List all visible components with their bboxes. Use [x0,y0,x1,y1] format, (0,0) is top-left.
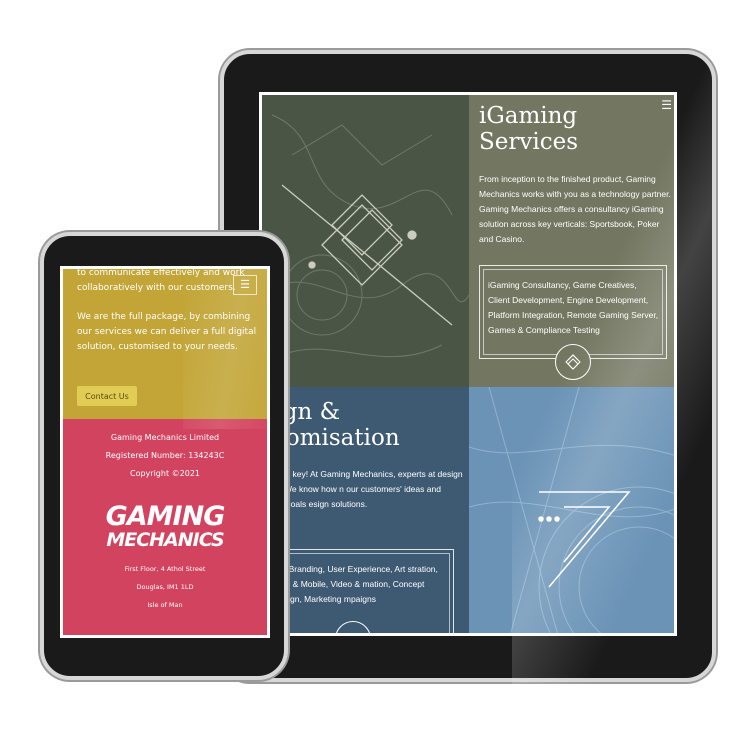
igaming-diamond-icon[interactable] [555,344,591,380]
menu-hamburger-icon[interactable]: ☰ [661,99,672,111]
tablet-screen: ☰ iGaming Services From inception to the… [259,92,677,636]
map-artwork-illustration [262,95,469,387]
phone-device: to communicate effectively and work coll… [40,232,288,680]
about-text-2: We are the full package, by combining ou… [77,312,257,352]
copyright-text: Copyright ©2021 [130,469,200,478]
igaming-services-list: iGaming Consultancy, Game Creatives, Cli… [488,280,659,335]
design-title: esign & ustomisation [262,399,400,452]
design-services-list: line Branding, User Experience, Art stra… [273,564,438,604]
gaming-mechanics-logo-sub: MECHANICS [106,529,224,551]
address-line-2: Douglas, IM1 1LD [136,583,194,591]
address-line-1: First Floor, 4 Athol Street [124,565,206,573]
igaming-title: iGaming Services [479,103,579,156]
phone-screen: to communicate effectively and work coll… [60,266,270,638]
gaming-mechanics-logo: GAMING [105,501,226,532]
menu-hamburger-icon[interactable]: ☰ [233,275,257,295]
footer-section: Gaming Mechanics Limited Registered Numb… [63,419,267,635]
igaming-artwork [262,95,469,387]
blueprint-artwork-illustration [469,387,674,633]
igaming-services-panel: ☰ iGaming Services From inception to the… [469,95,674,387]
igaming-description: From inception to the finished product, … [479,174,671,244]
registered-number: Registered Number: 134243C [105,451,225,460]
about-section: to communicate effectively and work coll… [63,269,267,419]
design-customisation-panel: esign & ustomisation misation is key! At… [262,387,469,633]
company-name: Gaming Mechanics Limited [110,433,220,442]
tablet-device: ☰ iGaming Services From inception to the… [220,50,716,686]
design-artwork [469,387,674,633]
contact-us-button[interactable]: Contact Us [77,386,137,406]
design-description: misation is key! At Gaming Mechanics, ex… [262,469,463,509]
address-line-3: Isle of Man [147,601,183,609]
